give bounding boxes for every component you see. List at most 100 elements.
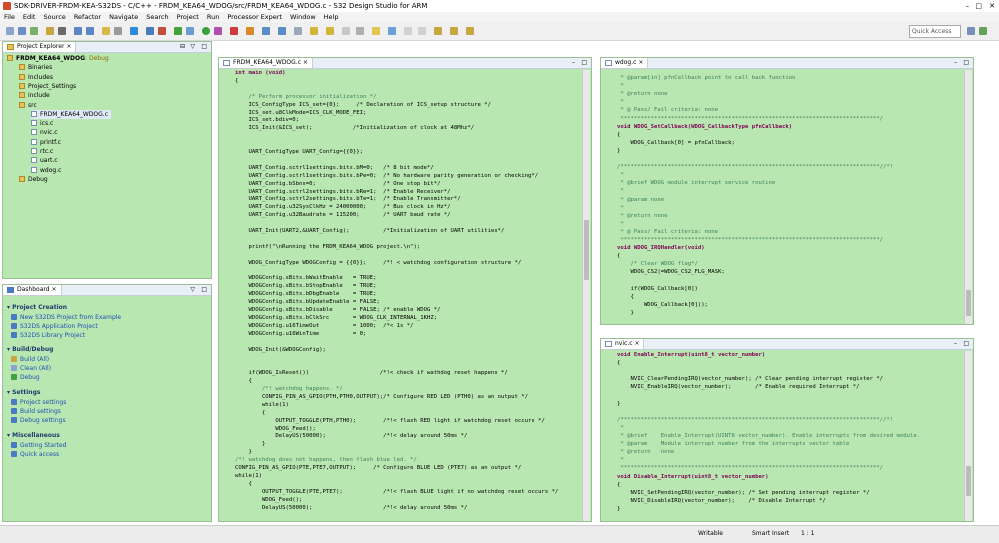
minimize-editor-icon[interactable]: –: [572, 58, 575, 68]
section-miscellaneous[interactable]: ▾ Miscellaneous: [7, 431, 60, 440]
menu-source[interactable]: Source: [39, 12, 69, 22]
tree-item-file-printf[interactable]: printf.c: [31, 138, 61, 147]
tree-item-file-ics[interactable]: ics.c: [31, 119, 53, 128]
tree-item-file-wdog[interactable]: wdog.c: [31, 166, 61, 175]
menu-processor-expert[interactable]: Processor Expert: [223, 12, 286, 22]
highlight-icon[interactable]: [372, 27, 380, 35]
paste-icon[interactable]: [86, 27, 94, 35]
menu-file[interactable]: File: [0, 12, 19, 22]
view-menu-icon[interactable]: ▽: [190, 42, 195, 52]
minimize-view-icon[interactable]: □: [201, 42, 207, 52]
tree-item-file-rtc[interactable]: rtc.c: [31, 147, 53, 156]
last-edit-icon[interactable]: [356, 27, 364, 35]
view-menu-icon[interactable]: ▽: [190, 285, 195, 295]
quick-access-link[interactable]: Quick access: [11, 450, 59, 459]
menu-edit[interactable]: Edit: [19, 12, 40, 22]
tree-item-file-nvic[interactable]: nvic.c: [31, 128, 58, 137]
tab-project-explorer[interactable]: Project Explorer ×: [3, 42, 77, 52]
pin-icon[interactable]: [342, 27, 350, 35]
maximize-editor-icon[interactable]: □: [581, 58, 587, 68]
new-icon[interactable]: [6, 27, 14, 35]
getting-started-link[interactable]: Getting Started: [11, 441, 66, 450]
lightning-icon[interactable]: [388, 27, 396, 35]
save-all-icon[interactable]: [30, 27, 38, 35]
copy-icon[interactable]: [74, 27, 82, 35]
minimize-editor-icon[interactable]: –: [954, 58, 957, 68]
menu-search[interactable]: Search: [142, 12, 172, 22]
tree-item-debug[interactable]: Debug: [19, 175, 48, 184]
perspective-cpp-icon[interactable]: [967, 27, 975, 35]
collapse-all-icon[interactable]: ⊟: [180, 42, 185, 52]
new-project-from-example-link[interactable]: New S32DS Project from Example: [11, 313, 121, 322]
tree-item-project-settings[interactable]: Project_Settings: [19, 82, 76, 91]
maximize-editor-icon[interactable]: □: [963, 339, 969, 349]
nvic-code-area[interactable]: void Enable_Interrupt(uint8_t vector_num…: [617, 352, 963, 521]
tab-wdog-c[interactable]: wdog.c ×: [601, 58, 649, 68]
folder-open-icon[interactable]: [102, 27, 110, 35]
wdog-code-area[interactable]: * @param[in] pfnCallback point to call b…: [617, 75, 963, 323]
wdog-editor-scrollbar[interactable]: [964, 70, 972, 324]
tab-nvic-c[interactable]: nvic.c ×: [601, 339, 645, 349]
main-editor-scrollbar[interactable]: [582, 70, 590, 521]
library-project-link[interactable]: S32DS Library Project: [11, 331, 85, 340]
minimize-view-icon[interactable]: □: [201, 285, 207, 295]
configure-icon[interactable]: [58, 27, 66, 35]
external-tools-icon[interactable]: [214, 27, 222, 35]
menu-navigate[interactable]: Navigate: [105, 12, 142, 22]
main-scroll-thumb[interactable]: [584, 220, 589, 280]
tree-item-includes[interactable]: Includes: [19, 73, 53, 82]
section-settings[interactable]: ▾ Settings: [7, 388, 40, 397]
build-settings-link[interactable]: Build settings: [11, 407, 61, 416]
nvic-scroll-thumb[interactable]: [966, 466, 971, 496]
new-class-icon[interactable]: [146, 27, 154, 35]
build-all-link[interactable]: Build (All): [11, 355, 49, 364]
tree-item-src[interactable]: src: [19, 101, 37, 110]
menu-refactor[interactable]: Refactor: [70, 12, 105, 22]
terminate-icon[interactable]: [230, 27, 238, 35]
search-icon[interactable]: [130, 27, 138, 35]
print-icon[interactable]: [114, 27, 122, 35]
package-icon[interactable]: [246, 27, 254, 35]
build-icon[interactable]: [46, 27, 54, 35]
debug-settings-link[interactable]: Debug settings: [11, 416, 66, 425]
tree-item-binaries[interactable]: Binaries: [19, 63, 52, 72]
collapse-icon[interactable]: [404, 27, 412, 35]
nvic-editor-scrollbar[interactable]: [964, 351, 972, 521]
tree-item-file-uart[interactable]: uart.c: [31, 156, 58, 165]
close-icon[interactable]: ✕: [989, 0, 995, 12]
debug-link[interactable]: Debug: [11, 373, 40, 382]
project-settings-link[interactable]: Project settings: [11, 398, 66, 407]
tab-dashboard[interactable]: Dashboard ×: [3, 285, 62, 295]
perspective-debug-icon[interactable]: [979, 27, 987, 35]
forward-icon[interactable]: [450, 27, 458, 35]
run-icon[interactable]: [202, 27, 210, 35]
tree-item-file-main[interactable]: FRDM_KEA64_WDOG.c: [31, 109, 112, 120]
menu-help[interactable]: Help: [320, 12, 343, 22]
back-icon[interactable]: [434, 27, 442, 35]
minimize-icon[interactable]: –: [966, 0, 970, 12]
debug-icon[interactable]: [174, 27, 182, 35]
section-project-creation[interactable]: ▾ Project Creation: [7, 303, 67, 312]
expand-icon[interactable]: [418, 27, 426, 35]
history-icon[interactable]: [466, 27, 474, 35]
refresh-icon[interactable]: [186, 27, 194, 35]
stop-icon[interactable]: [158, 27, 166, 35]
section-build-debug[interactable]: ▾ Build/Debug: [7, 345, 53, 354]
menu-project[interactable]: Project: [173, 12, 203, 22]
prev-annotation-icon[interactable]: [326, 27, 334, 35]
annotation-icon[interactable]: [310, 27, 318, 35]
maximize-editor-icon[interactable]: □: [963, 58, 969, 68]
tab-frdm-kea64-wdog-c[interactable]: FRDM_KEA64_WDOG.c ×: [219, 58, 313, 68]
maximize-icon[interactable]: □: [975, 0, 982, 12]
tree-item-project[interactable]: FRDM_KEA64_WDOG: Debug: [7, 54, 109, 63]
clean-all-link[interactable]: Clean (All): [11, 364, 51, 373]
open-type-icon[interactable]: [278, 27, 286, 35]
minimize-editor-icon[interactable]: –: [954, 339, 957, 349]
save-icon[interactable]: [18, 27, 26, 35]
outline-icon[interactable]: [262, 27, 270, 35]
application-project-link[interactable]: S32DS Application Project: [11, 322, 98, 331]
quick-access-input[interactable]: Quick Access: [909, 25, 961, 38]
main-code-area[interactable]: int main (void){ /* Perform processor in…: [235, 70, 581, 521]
toggle-mark-icon[interactable]: [294, 27, 302, 35]
menu-run[interactable]: Run: [203, 12, 223, 22]
